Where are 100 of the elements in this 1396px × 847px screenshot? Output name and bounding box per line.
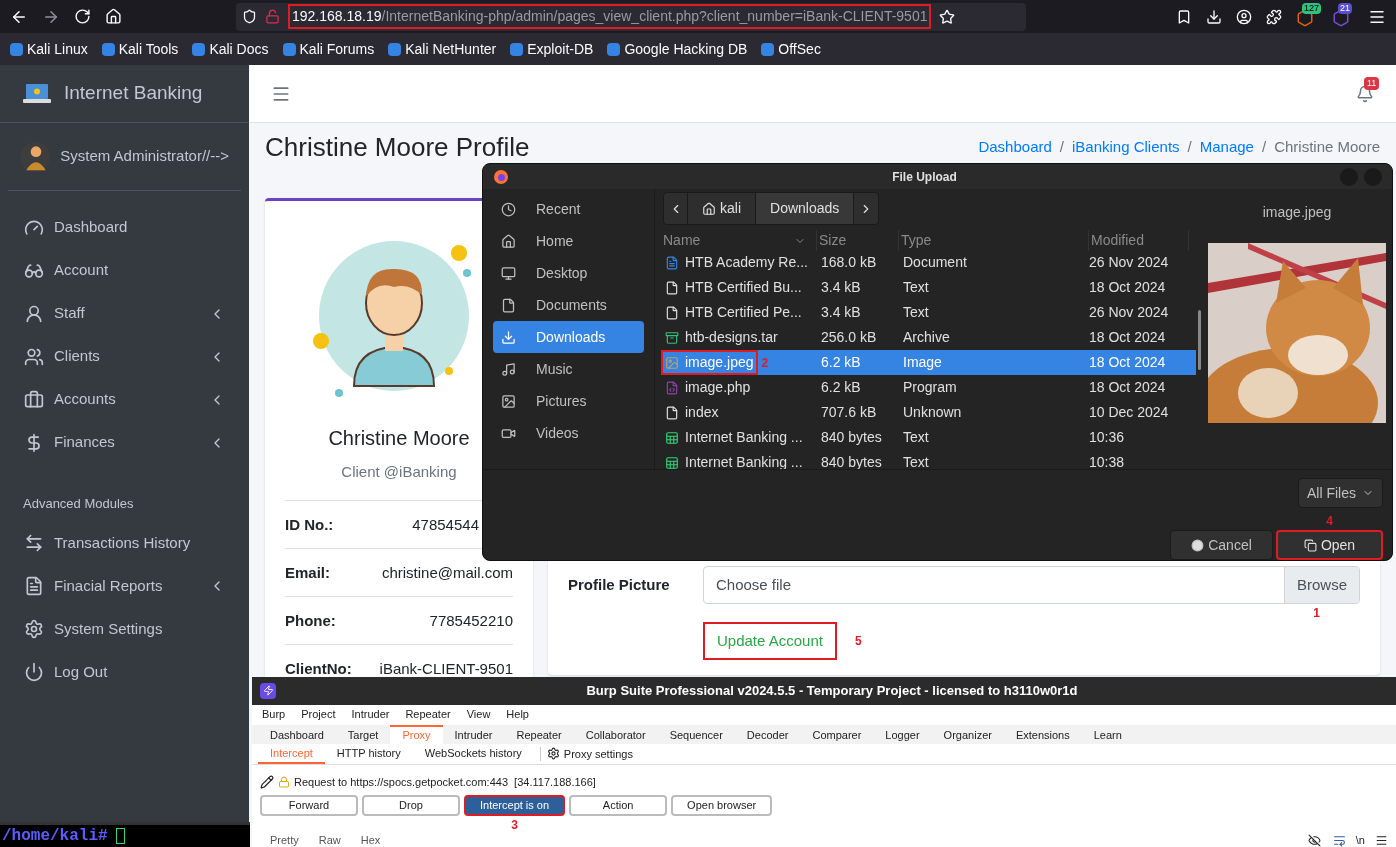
view-tab[interactable]: Pretty [260, 833, 309, 847]
bookmark[interactable]: Kali Tools [101, 38, 179, 60]
file-modified: 26 Nov 2024 [1089, 253, 1170, 272]
file-row[interactable]: HTB Certified Pe... 3.4 kB Text 26 Nov 2024 [661, 300, 1196, 325]
column-header[interactable]: Size [817, 230, 899, 251]
tab[interactable]: Logger [873, 724, 932, 745]
file-input[interactable]: Choose file Browse [703, 566, 1360, 604]
download-icon[interactable] [1206, 8, 1222, 25]
intercept-toolbar-button[interactable]: Action [569, 794, 668, 816]
account-icon[interactable] [1236, 8, 1252, 25]
nav-item[interactable]: Account [0, 249, 249, 292]
nav-item[interactable]: Transactions History [0, 521, 249, 565]
cancel-button[interactable]: Cancel [1170, 530, 1273, 560]
nav-item[interactable]: Staff [0, 292, 249, 335]
subtab[interactable]: HTTP history [324, 744, 413, 764]
place-item[interactable]: Home [493, 225, 644, 257]
place-item[interactable]: Recent [493, 193, 644, 225]
reload-icon[interactable] [74, 8, 91, 25]
file-row[interactable]: index 707.6 kB Unknown 10 Dec 2024 [661, 400, 1196, 425]
place-item[interactable]: Desktop [493, 257, 644, 289]
tab[interactable]: Dashboard [258, 724, 336, 745]
place-item[interactable]: Pictures [493, 385, 644, 417]
menu-item[interactable]: Intruder [351, 706, 390, 723]
view-tab[interactable]: Raw [308, 833, 351, 847]
star-icon[interactable] [939, 8, 956, 25]
view-tab[interactable]: Hex [350, 833, 391, 847]
nav-item[interactable]: Log Out [0, 650, 249, 694]
nav-item[interactable]: Clients [0, 335, 249, 378]
bookmark[interactable]: Kali Forums [282, 38, 375, 60]
tab[interactable]: Extensions [1003, 724, 1082, 745]
hide-icon[interactable] [1307, 834, 1321, 847]
bookmark[interactable]: Kali Docs [192, 38, 269, 60]
bell-icon[interactable] [1356, 84, 1374, 103]
open-button[interactable]: Open [1276, 530, 1383, 560]
menu-item[interactable]: Repeater [405, 706, 451, 723]
tab[interactable]: Comparer [800, 724, 874, 745]
breadcrumb-link[interactable]: Dashboard [978, 135, 1052, 159]
step-number: 4 [1326, 513, 1333, 530]
file-name: Internet Banking ... [661, 450, 807, 475]
tab[interactable]: Organizer [931, 724, 1004, 745]
intercept-toolbar-button[interactable]: Forward [260, 794, 358, 816]
file-row[interactable]: HTB Certified Bu... 3.4 kB Text 18 Oct 2024 [661, 275, 1196, 300]
bookmark[interactable]: Kali Linux [10, 38, 88, 60]
tab[interactable]: Learn [1081, 724, 1134, 745]
place-item[interactable]: Videos [493, 417, 644, 449]
user-name[interactable]: System Administrator//--> [60, 145, 229, 168]
breadcrumb-link[interactable]: iBanking Clients [1072, 135, 1180, 159]
edit-icon[interactable] [260, 774, 274, 789]
file-row[interactable]: image.php 6.2 kB Program 18 Oct 2024 [661, 375, 1196, 400]
menu-icon[interactable] [1375, 834, 1388, 847]
bookmark[interactable]: Kali NetHunter [388, 38, 497, 60]
bookmark[interactable]: Exploit-DB [510, 38, 594, 60]
client-name: Christine Moore [328, 426, 470, 451]
home-icon[interactable] [105, 8, 122, 25]
menu-item[interactable]: View [466, 706, 491, 723]
nav-item[interactable]: Finacial Reports [0, 564, 249, 608]
wrap-icon[interactable] [1332, 834, 1346, 847]
file-row[interactable]: Internet Banking ... 840 bytes Text 10:38 [661, 450, 1196, 475]
menu-item[interactable]: Burp [262, 706, 286, 723]
nav-item[interactable]: Finances [0, 421, 249, 464]
nav-item[interactable]: Dashboard [0, 206, 249, 249]
intercept-toolbar-button[interactable]: Drop [362, 794, 460, 816]
nav-item[interactable]: System Settings [0, 607, 249, 651]
nav-item[interactable]: Accounts [0, 378, 249, 421]
file-row[interactable]: htb-designs.tar 256.0 kB Archive 18 Oct 2024 [661, 325, 1196, 350]
filter-dropdown[interactable]: All Files [1298, 478, 1383, 508]
breadcrumb-link[interactable]: Manage [1199, 135, 1254, 159]
file-icon [665, 330, 679, 345]
breadcrumb-current: Christine Moore [1274, 136, 1380, 157]
column-header[interactable]: Modified [1089, 230, 1189, 251]
tab[interactable]: Intruder [442, 724, 505, 745]
subtab[interactable]: WebSockets history [412, 744, 534, 764]
file-type: Image [902, 353, 943, 372]
bookmark[interactable]: Google Hacking DB [607, 38, 748, 60]
tab[interactable]: Repeater [504, 724, 574, 745]
menu-item[interactable]: Project [301, 706, 336, 723]
tab[interactable]: Decoder [734, 724, 801, 745]
place-item[interactable]: Downloads [493, 321, 644, 353]
file-size: 6.2 kB [820, 378, 862, 397]
tab[interactable]: Target [335, 724, 391, 745]
extensions-icon[interactable] [1266, 8, 1282, 25]
newline-toggle[interactable]: \n [1355, 833, 1365, 847]
field-value: 7785452210 [429, 611, 513, 629]
file-row[interactable]: Internet Banking ... 840 bytes Text 10:36 [661, 425, 1196, 450]
path-button[interactable]: Downloads [756, 193, 855, 224]
proxy-settings-button[interactable]: Proxy settings [546, 745, 633, 763]
url-field[interactable]: 192.168.18.19/InternetBanking-php/admin/pages_view_client.php?client_number=iBank-CLIENT-9501 [288, 4, 932, 29]
place-item[interactable]: Documents [493, 289, 644, 321]
column-header[interactable]: Type [899, 230, 1089, 251]
file-row[interactable]: HTB Academy Re... 168.0 kB Document 26 Nov 2024 [661, 250, 1196, 275]
intercept-toolbar-button[interactable]: Open browser [671, 794, 773, 816]
file-row[interactable]: image.jpeg 2 6.2 kB Image 18 Oct 2024 [661, 350, 1196, 375]
menu-item[interactable]: Help [506, 706, 529, 723]
bookmark[interactable]: OffSec [761, 38, 821, 60]
place-item[interactable]: Music [493, 353, 644, 385]
browse-button[interactable]: Browse [1283, 567, 1359, 603]
column-header[interactable]: Name [661, 230, 817, 251]
tab[interactable]: Sequencer [657, 724, 735, 745]
tab[interactable]: Collaborator [573, 724, 658, 745]
intercept-toolbar-button[interactable]: Intercept is on [464, 794, 566, 816]
